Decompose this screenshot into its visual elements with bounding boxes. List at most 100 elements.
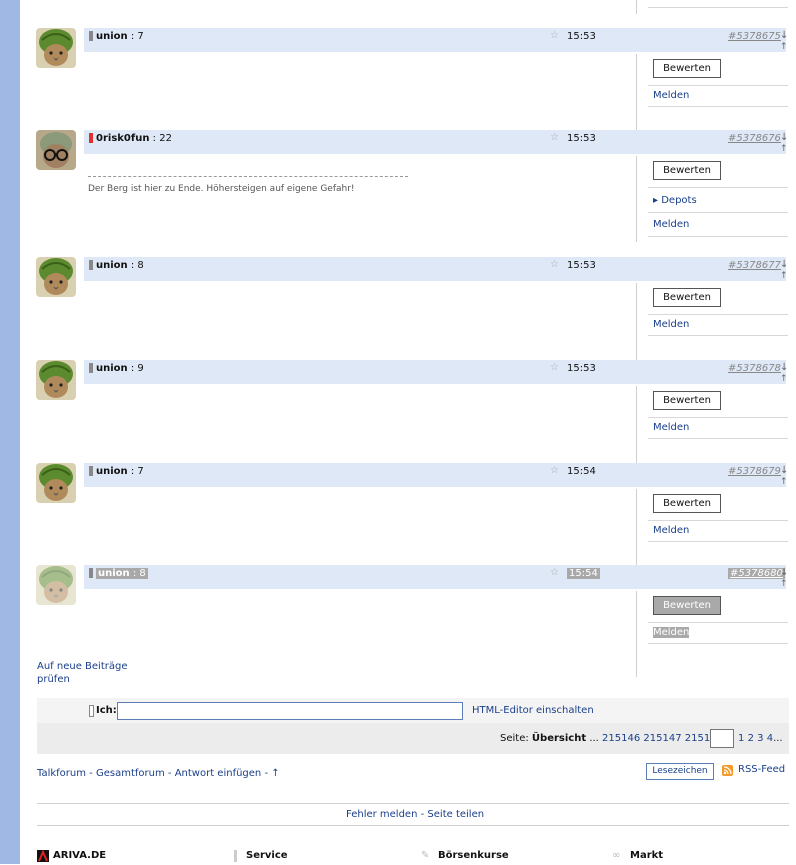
report-error-link[interactable]: Fehler melden <box>346 809 417 820</box>
action-separator <box>648 212 788 213</box>
post-number: 7 <box>137 466 144 477</box>
post-signature-divider <box>88 176 408 177</box>
report-link[interactable]: Melden <box>653 422 689 433</box>
user-avatar[interactable] <box>36 257 76 297</box>
rss-icon <box>722 765 733 776</box>
report-link[interactable]: Melden <box>653 90 689 101</box>
post-author-name[interactable]: union <box>96 363 128 374</box>
user-avatar[interactable] <box>36 463 76 503</box>
post-author[interactable]: union : 9 <box>96 363 144 374</box>
post-permalink[interactable]: #5378675 <box>728 31 781 42</box>
user-status-marker <box>89 260 93 270</box>
report-link[interactable]: Melden <box>653 525 689 536</box>
nav-sep: - <box>89 768 93 779</box>
post-author-name[interactable]: union <box>96 31 128 42</box>
report-link[interactable]: Melden <box>653 627 690 638</box>
user-status-marker <box>89 363 93 373</box>
post-author-name[interactable]: 0risk0fun <box>96 133 149 144</box>
page-link-215147[interactable]: 215147 <box>643 733 681 744</box>
post-author[interactable]: 0risk0fun : 22 <box>96 133 172 144</box>
post-permalink[interactable]: #5378679 <box>728 466 781 477</box>
boersenkurse-icon: ✎ <box>421 850 430 861</box>
check-new-posts-link[interactable]: Auf neue Beiträge prüfen <box>37 660 128 686</box>
pagination-overview[interactable]: Übersicht <box>532 733 586 744</box>
rate-button[interactable]: Bewerten <box>653 494 721 513</box>
rss-feed-link[interactable]: RSS-Feed <box>738 764 785 775</box>
post-author-name[interactable]: union <box>96 466 128 477</box>
rate-button[interactable]: Bewerten <box>653 391 721 410</box>
post-author[interactable]: union : 7 <box>96 466 144 477</box>
star-icon[interactable]: ☆ <box>550 567 559 578</box>
user-avatar[interactable] <box>36 360 76 400</box>
arrow-up-icon[interactable]: ↑ <box>780 144 788 154</box>
post-author-name[interactable]: union <box>98 568 130 579</box>
post-number: 22 <box>159 133 172 144</box>
boersenkurse-link[interactable]: Börsenkurse <box>438 850 509 861</box>
action-separator <box>648 187 788 188</box>
rate-button[interactable]: Bewerten <box>653 59 721 78</box>
service-link[interactable]: Service <box>246 850 288 861</box>
post-permalink[interactable]: #5378677 <box>728 260 781 271</box>
rate-button[interactable]: Bewerten <box>653 596 721 615</box>
post-author[interactable]: union : 7 <box>96 31 144 42</box>
ariva-logo-icon <box>37 849 49 862</box>
ariva-link[interactable]: ARIVA.DE <box>53 850 106 861</box>
pagination-row: Seite: Übersicht ... 215146 215147 21514… <box>500 733 723 744</box>
arrow-up-icon[interactable]: ↑ <box>780 374 788 384</box>
page-link-1[interactable]: 1 <box>738 733 744 744</box>
share-page-link[interactable]: Seite teilen <box>427 809 484 820</box>
report-link[interactable]: Melden <box>653 219 689 230</box>
arrow-down-icon[interactable]: ↓ <box>780 259 788 270</box>
antwort-einfuegen-link[interactable]: Antwort einfügen <box>175 768 262 779</box>
markt-link[interactable]: Markt <box>630 850 663 861</box>
star-icon[interactable]: ☆ <box>550 362 559 373</box>
post-column-divider <box>636 54 637 140</box>
reply-input[interactable] <box>117 702 463 720</box>
page-jump-input[interactable] <box>710 729 734 748</box>
page-link-215146[interactable]: 215146 <box>602 733 640 744</box>
forum-post: union : 8 ☆ 15:54 #5378680 ↓ ↑ Bewerten Melden <box>36 565 792 677</box>
top-divider <box>636 0 637 14</box>
arrow-down-icon[interactable]: ↓ <box>780 362 788 373</box>
gesamtforum-link[interactable]: Gesamtforum <box>96 768 165 779</box>
post-permalink[interactable]: #5378676 <box>728 133 781 144</box>
user-avatar[interactable] <box>36 565 76 605</box>
post-author-name[interactable]: union <box>96 260 128 271</box>
caret-right-icon: ▸ <box>653 195 659 206</box>
user-avatar[interactable] <box>36 28 76 68</box>
rate-button[interactable]: Bewerten <box>653 161 721 180</box>
action-separator <box>648 106 788 107</box>
user-avatar[interactable] <box>36 130 76 170</box>
bookmark-button[interactable]: Lesezeichen <box>646 763 714 780</box>
arrow-down-icon[interactable]: ↓ <box>780 132 788 143</box>
arrow-down-icon[interactable]: ↓ <box>780 30 788 41</box>
reply-marker <box>89 705 94 717</box>
arrow-up-icon[interactable]: ↑ <box>780 579 788 589</box>
arrow-up-icon[interactable]: ↑ <box>780 477 788 487</box>
page-link-3[interactable]: 3 <box>757 733 763 744</box>
post-author[interactable]: union : 8 <box>96 568 148 579</box>
page-numbers: 1 2 3 4... <box>738 733 783 744</box>
post-time: 15:53 <box>567 133 596 144</box>
post-column-divider <box>636 283 637 369</box>
post-header <box>84 463 786 487</box>
scroll-top-arrow-icon[interactable]: ↑ <box>271 768 279 779</box>
arrow-down-icon[interactable]: ↓ <box>780 567 788 578</box>
html-editor-link[interactable]: HTML-Editor einschalten <box>472 705 594 716</box>
post-permalink[interactable]: #5378678 <box>728 363 781 374</box>
rate-button[interactable]: Bewerten <box>653 288 721 307</box>
star-icon[interactable]: ☆ <box>550 259 559 270</box>
post-author[interactable]: union : 8 <box>96 260 144 271</box>
talkforum-link[interactable]: Talkforum <box>37 768 86 779</box>
depots-link[interactable]: ▸ Depots <box>653 195 697 206</box>
arrow-down-icon[interactable]: ↓ <box>780 465 788 476</box>
report-link[interactable]: Melden <box>653 319 689 330</box>
star-icon[interactable]: ☆ <box>550 465 559 476</box>
post-permalink[interactable]: #5378680 <box>728 568 785 579</box>
page-link-2[interactable]: 2 <box>748 733 754 744</box>
star-icon[interactable]: ☆ <box>550 30 559 41</box>
star-icon[interactable]: ☆ <box>550 132 559 143</box>
arrow-up-icon[interactable]: ↑ <box>780 271 788 281</box>
arrow-up-icon[interactable]: ↑ <box>780 42 788 52</box>
page-ellipsis: ... <box>773 733 783 744</box>
